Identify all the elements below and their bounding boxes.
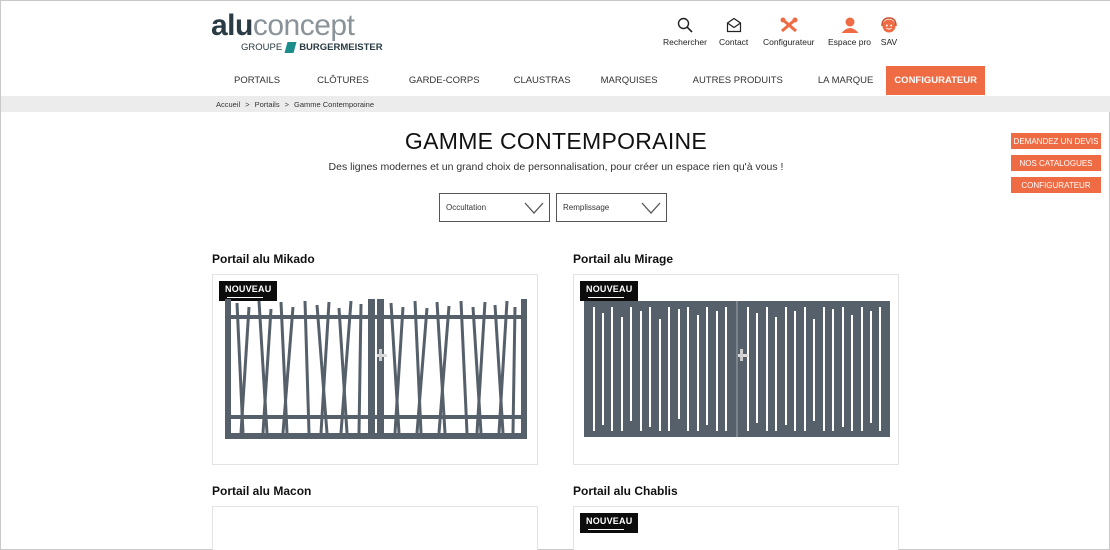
site-header: aluconcept GROUPE BURGERMEISTER Recherch… [1,1,1110,96]
product-card-macon[interactable] [212,506,538,550]
breadcrumb-portails[interactable]: Portails [255,100,280,109]
envelope-icon [726,17,741,33]
logo-group-line: GROUPE BURGERMEISTER [241,42,383,53]
nav-item-marquises[interactable]: MARQUISES [592,66,679,95]
contact-label: Contact [719,37,749,47]
user-icon [841,17,858,33]
page-subtitle: Des lignes modernes et un grand choix de… [328,161,784,173]
configurator-label: Configurateur [763,37,815,47]
product-title-mirage[interactable]: Portail alu Mirage [573,252,673,266]
breadcrumb-current: Gamme Contemporaine [293,99,375,109]
nav-item-portails[interactable]: PORTAILS [211,66,302,95]
espace-pro-label: Espace pro [828,37,871,47]
product-card-mikado[interactable]: NOUVEAU [212,274,538,465]
espace-pro-link[interactable]: Espace pro [828,17,871,47]
sav-label: SAV [880,37,898,47]
remplissage-select[interactable]: Remplissage [556,193,667,222]
nav-item-claustras[interactable]: CLAUSTRAS [501,66,592,95]
logo-group-name: BURGERMEISTER [299,42,383,53]
new-badge: NOUVEAU [580,513,639,533]
nav-item-garde-corps[interactable]: GARDE-CORPS [392,66,501,95]
new-badge: NOUVEAU [580,281,639,301]
product-card-mirage[interactable]: NOUVEAU [573,274,899,465]
product-title-macon[interactable]: Portail alu Macon [212,484,311,498]
search-label: Rechercher [663,37,707,47]
nav-item-la-marque[interactable]: LA MARQUE [805,66,886,95]
mikado-gate-image [225,299,527,439]
new-badge: NOUVEAU [219,281,278,301]
nav-item-autres-produits[interactable]: AUTRES PRODUITS [679,66,805,95]
aluconcept-logo[interactable]: aluconcept GROUPE BURGERMEISTER [211,9,383,56]
breadcrumb: Accueil > Portails > Gamme Contemporaine [1,96,1110,112]
main-nav: PORTAILS CLÔTURES GARDE-CORPS CLAUSTRAS … [211,66,985,95]
occultation-select-value: Occultation [446,203,487,212]
configurator-side-button[interactable]: CONFIGURATEUR [1011,177,1101,193]
breadcrumb-separator: > [245,99,250,109]
breadcrumb-separator: > [284,99,289,109]
logo-wordmark: aluconcept [211,9,355,42]
nav-item-configurateur[interactable]: CONFIGURATEUR [886,66,985,95]
tools-icon [780,17,798,33]
nav-item-clotures[interactable]: CLÔTURES [302,66,392,95]
sav-link[interactable]: SAV [880,17,898,47]
contact-link[interactable]: Contact [719,17,748,47]
occultation-select[interactable]: Occultation [439,193,550,222]
remplissage-select-value: Remplissage [563,203,610,212]
breadcrumb-home[interactable]: Accueil [216,100,240,109]
search-link[interactable]: Rechercher [663,17,707,47]
chevron-down-icon [641,202,661,214]
search-icon [677,17,693,33]
burgermeister-mark-icon [284,42,297,53]
support-headset-icon [881,17,897,33]
product-title-mikado[interactable]: Portail alu Mikado [212,252,315,266]
configurator-link[interactable]: Configurateur [763,17,815,47]
page-title: GAMME CONTEMPORAINE [404,128,708,154]
logo-group-prefix: GROUPE [241,42,283,53]
chevron-down-icon [524,202,544,214]
product-title-chablis[interactable]: Portail alu Chablis [573,484,678,498]
mirage-gate-image [584,301,890,437]
product-card-chablis[interactable]: NOUVEAU [573,506,899,550]
